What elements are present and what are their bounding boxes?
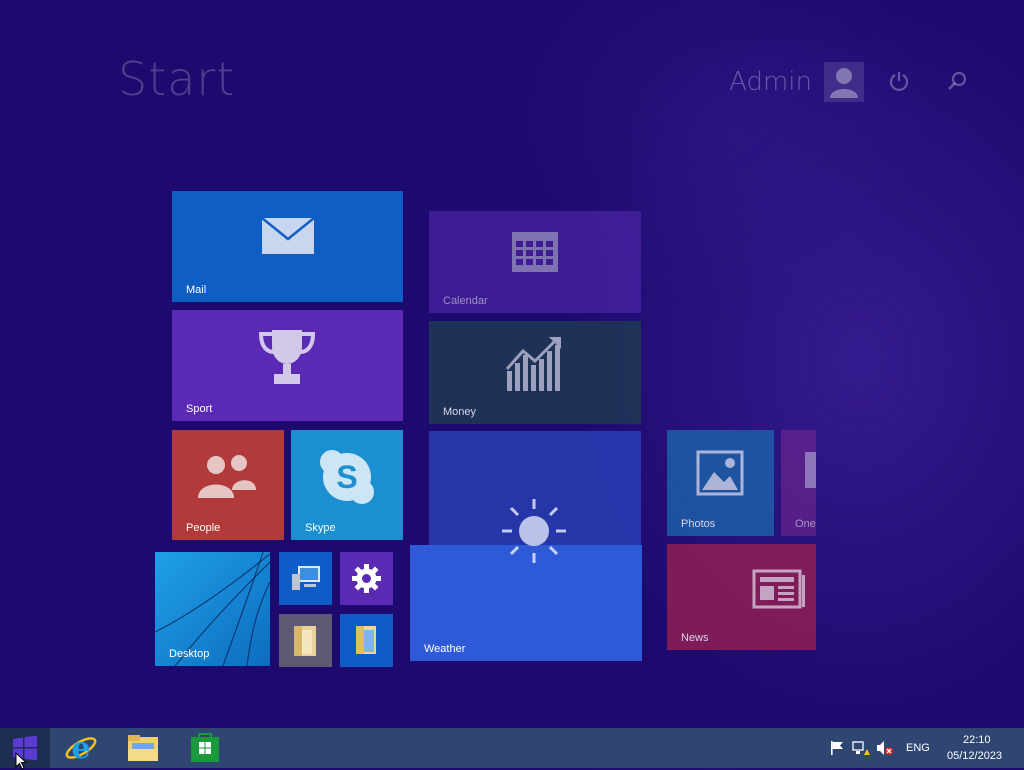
avatar — [824, 62, 864, 102]
computer-icon — [292, 566, 320, 590]
calendar-icon — [512, 232, 558, 272]
tile-sport[interactable]: Sport — [172, 310, 403, 421]
tile-label: Photos — [681, 518, 716, 530]
store-icon — [191, 733, 219, 762]
folder-icon — [128, 735, 158, 761]
action-center-flag[interactable] — [826, 728, 848, 768]
taskbar-internet-explorer[interactable]: e — [58, 728, 104, 768]
user-name: Admin — [729, 67, 812, 97]
tile-label: One — [795, 518, 816, 530]
user-account[interactable]: Admin — [729, 62, 864, 102]
tile-photos[interactable]: Photos — [667, 430, 774, 536]
newspaper-icon — [752, 569, 805, 609]
taskbar-file-explorer[interactable] — [120, 728, 166, 768]
start-title: Start — [118, 52, 236, 106]
tile-onedrive[interactable]: One — [781, 430, 816, 536]
folder-icon — [294, 626, 316, 656]
search-button[interactable] — [942, 66, 972, 96]
tile-documents[interactable] — [279, 614, 332, 667]
network-warning-icon — [852, 741, 870, 755]
tile-pc-settings[interactable] — [340, 552, 393, 605]
tile-people[interactable]: People — [172, 430, 284, 540]
trophy-icon — [258, 330, 316, 384]
taskbar: e ENG 22:10 05/12/2023 — [0, 728, 1024, 770]
search-icon — [948, 71, 967, 90]
tile-news[interactable]: News — [667, 544, 816, 650]
start-button[interactable] — [0, 728, 50, 770]
folder-icon — [356, 626, 376, 654]
tile-file-explorer[interactable] — [340, 614, 393, 667]
tile-this-pc[interactable] — [279, 552, 332, 605]
flag-icon — [831, 741, 843, 755]
tile-label: Money — [443, 406, 477, 418]
clock-time[interactable]: 22:10 — [963, 734, 991, 746]
user-icon — [830, 68, 858, 98]
tile-label: People — [186, 522, 221, 534]
tile-label: News — [681, 632, 709, 644]
gear-icon — [352, 564, 381, 593]
power-button[interactable] — [884, 66, 914, 96]
mail-icon — [261, 217, 315, 254]
network-status[interactable] — [850, 728, 872, 768]
tile-skype[interactable]: S Skype — [291, 430, 403, 540]
cloud-icon — [805, 452, 816, 488]
taskbar-store[interactable] — [182, 728, 228, 768]
tile-label: Desktop — [169, 648, 210, 660]
power-icon — [889, 72, 909, 92]
people-icon — [198, 455, 256, 498]
sun-icon — [502, 499, 566, 563]
input-language[interactable]: ENG — [906, 742, 930, 754]
tile-label: Weather — [424, 643, 466, 655]
photo-icon — [696, 450, 744, 496]
tile-label: Mail — [186, 284, 207, 296]
svg-text:S: S — [336, 459, 357, 495]
skype-icon: S — [320, 450, 374, 504]
internet-explorer-icon: e — [65, 731, 97, 765]
mouse-cursor-icon — [15, 752, 28, 770]
tile-label: Sport — [186, 403, 213, 415]
clock-date[interactable]: 05/12/2023 — [947, 750, 1002, 762]
speaker-muted-icon — [877, 741, 893, 755]
tile-label: Skype — [305, 522, 336, 534]
tile-label: Calendar — [443, 295, 488, 307]
volume-muted[interactable] — [874, 728, 896, 768]
chart-icon — [505, 337, 561, 391]
svg-text:e: e — [71, 731, 90, 765]
tile-mail[interactable]: Mail — [172, 191, 403, 302]
tile-money[interactable]: Money — [429, 321, 641, 424]
tile-calendar[interactable]: Calendar — [429, 211, 641, 313]
tile-desktop[interactable]: Desktop — [155, 552, 270, 666]
